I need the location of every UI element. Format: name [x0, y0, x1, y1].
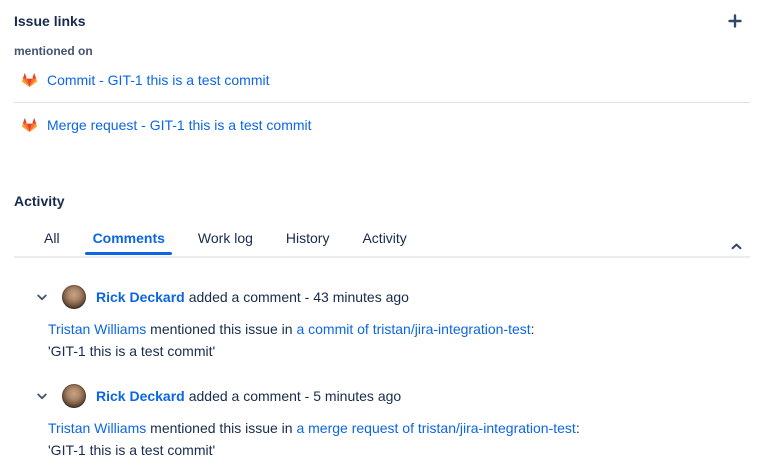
comment-meta: added a comment - 5 minutes ago	[189, 388, 401, 404]
issue-link-merge-request[interactable]: Merge request - GIT-1 this is a test com…	[47, 117, 312, 133]
issue-link-row: Commit - GIT-1 this is a test commit	[14, 58, 750, 102]
tab-work-log[interactable]: Work log	[198, 230, 253, 246]
comment-text: mentioned this issue in	[146, 321, 296, 337]
add-issue-link-button[interactable]	[726, 12, 744, 30]
comment-body: Tristan Williams mentioned this issue in…	[48, 318, 750, 362]
chevron-down-icon	[37, 393, 47, 400]
comment-text-suffix: :	[531, 321, 535, 337]
comment-quote: 'GIT-1 this is a test commit'	[48, 439, 750, 461]
tab-all[interactable]: All	[44, 230, 60, 246]
mention-source-link[interactable]: a commit of tristan/jira-integration-tes…	[296, 321, 530, 337]
collapse-comment-button[interactable]	[36, 393, 48, 400]
comment-text-line: Tristan Williams mentioned this issue in…	[48, 318, 750, 340]
issue-links-header: Issue links	[14, 0, 750, 30]
comment-meta: added a comment - 43 minutes ago	[189, 289, 409, 305]
activity-title: Activity	[14, 193, 750, 209]
comment-item: Rick Deckardadded a comment - 5 minutes …	[14, 384, 750, 461]
tab-activity[interactable]: Activity	[362, 230, 406, 246]
comment-text: mentioned this issue in	[146, 420, 296, 436]
comments-list: Rick Deckardadded a comment - 43 minutes…	[14, 258, 750, 461]
gitlab-icon	[20, 116, 39, 134]
tab-comments[interactable]: Comments	[93, 230, 165, 246]
issue-links-group-label: mentioned on	[14, 44, 750, 58]
tab-history[interactable]: History	[286, 230, 330, 246]
issue-detail-panel: Issue links mentioned on Commit - GIT-1 …	[0, 0, 764, 467]
comment-author-link[interactable]: Rick Deckard	[96, 289, 185, 305]
chevron-up-icon	[731, 243, 742, 250]
comment-header: Rick Deckardadded a comment - 43 minutes…	[14, 285, 750, 309]
comment-quote: 'GIT-1 this is a test commit'	[48, 340, 750, 362]
comment-text-suffix: :	[576, 420, 580, 436]
issue-link-commit[interactable]: Commit - GIT-1 this is a test commit	[47, 72, 269, 88]
mention-author-link[interactable]: Tristan Williams	[48, 321, 146, 337]
avatar[interactable]	[62, 384, 86, 408]
mention-author-link[interactable]: Tristan Williams	[48, 420, 146, 436]
activity-tabs: All Comments Work log History Activity	[14, 230, 750, 258]
plus-icon	[728, 14, 742, 28]
collapse-comment-button[interactable]	[36, 294, 48, 301]
mention-source-link[interactable]: a merge request of tristan/jira-integrat…	[296, 420, 575, 436]
chevron-down-icon	[37, 294, 47, 301]
issue-link-row: Merge request - GIT-1 this is a test com…	[14, 103, 750, 147]
issue-links-title: Issue links	[14, 13, 86, 29]
comment-author-link[interactable]: Rick Deckard	[96, 388, 185, 404]
collapse-activity-button[interactable]	[731, 243, 742, 250]
avatar[interactable]	[62, 285, 86, 309]
comment-body: Tristan Williams mentioned this issue in…	[48, 417, 750, 461]
comment-text-line: Tristan Williams mentioned this issue in…	[48, 417, 750, 439]
comment-item: Rick Deckardadded a comment - 43 minutes…	[14, 285, 750, 362]
comment-header: Rick Deckardadded a comment - 5 minutes …	[14, 384, 750, 408]
gitlab-icon	[20, 71, 39, 89]
